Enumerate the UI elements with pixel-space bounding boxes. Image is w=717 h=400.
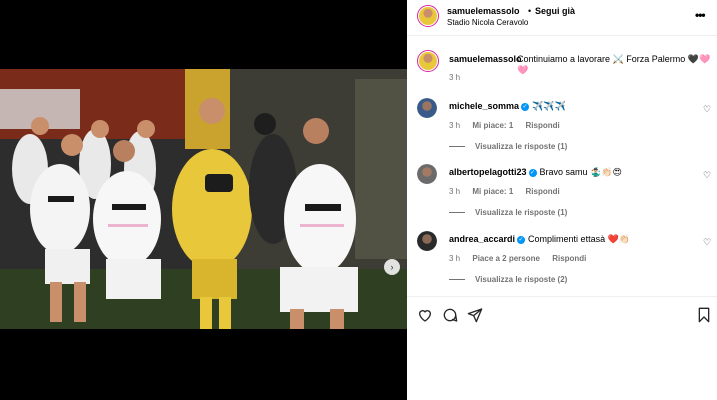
commenter-username[interactable]: michele_somma bbox=[449, 101, 519, 111]
comment-timestamp[interactable]: 3 h bbox=[449, 121, 460, 130]
comment-text: Complimenti ettasà ❤️👏🏻 bbox=[528, 234, 630, 244]
comment-text: ✈️✈️✈️ bbox=[532, 101, 566, 111]
post-location[interactable]: Stadio Nicola Ceravolo bbox=[447, 18, 528, 27]
reply-button[interactable]: Rispondi bbox=[526, 121, 560, 130]
heart-icon[interactable]: ♡ bbox=[703, 104, 711, 115]
comment-item: andrea_accardi ✓ Complimenti ettasà ❤️👏🏻 3… bbox=[407, 231, 717, 291]
share-icon[interactable] bbox=[467, 307, 483, 323]
following-button[interactable]: Segui già bbox=[535, 6, 575, 16]
caption-timestamp[interactable]: 3 h bbox=[449, 73, 460, 82]
team-walkout-photo bbox=[0, 69, 407, 329]
view-replies-label: Visualizza le risposte (1) bbox=[475, 208, 568, 217]
post-photo[interactable]: › bbox=[0, 69, 407, 329]
comment-icon[interactable] bbox=[442, 307, 458, 323]
header-separator: • bbox=[528, 6, 532, 16]
commenter-username[interactable]: albertopelagotti23 bbox=[449, 167, 527, 177]
commenter-username[interactable]: andrea_accardi bbox=[449, 234, 515, 244]
author-avatar[interactable] bbox=[417, 5, 439, 27]
comment-likes[interactable]: Mi piace: 1 bbox=[472, 187, 513, 196]
post-detail-panel: samuelemassolo • Segui già Stadio Nicola… bbox=[407, 0, 717, 400]
author-username[interactable]: samuelemassolo bbox=[447, 6, 520, 16]
comment-meta: 3 h Piace a 2 persone Rispondi bbox=[449, 254, 596, 263]
commenter-avatar[interactable] bbox=[417, 98, 437, 118]
view-replies-label: Visualizza le risposte (1) bbox=[475, 142, 568, 151]
chevron-right-icon: › bbox=[390, 262, 394, 272]
verified-badge-icon: ✓ bbox=[528, 168, 537, 177]
comment-text: Bravo samu 🤹🏼‍♂️👏🏻😍 bbox=[539, 167, 622, 177]
verified-badge-icon: ✓ bbox=[517, 235, 526, 244]
view-replies-label: Visualizza le risposte (2) bbox=[475, 275, 568, 284]
heart-icon[interactable] bbox=[417, 307, 433, 323]
comment-item: michele_somma ✓ ✈️✈️✈️ 3 h Mi piace: 1 Ris… bbox=[407, 98, 717, 158]
view-replies-button[interactable]: Visualizza le risposte (1) bbox=[449, 208, 567, 217]
reply-button[interactable]: Rispondi bbox=[552, 254, 586, 263]
verified-badge-icon: ✓ bbox=[521, 102, 530, 111]
commenter-avatar[interactable] bbox=[417, 231, 437, 251]
divider-line bbox=[449, 212, 465, 214]
heart-icon[interactable]: ♡ bbox=[703, 170, 711, 181]
comment-timestamp[interactable]: 3 h bbox=[449, 254, 460, 263]
next-photo-button[interactable]: › bbox=[384, 259, 400, 275]
comment-item: albertopelagotti23 ✓ Bravo samu 🤹🏼‍♂️👏🏻😍 3… bbox=[407, 164, 717, 224]
bookmark-icon[interactable] bbox=[696, 307, 712, 323]
commenter-avatar[interactable] bbox=[417, 164, 437, 184]
comment-timestamp[interactable]: 3 h bbox=[449, 187, 460, 196]
heart-icon[interactable]: ♡ bbox=[703, 237, 711, 248]
caption-text: Continuiamo a lavorare ⚔️ Forza Palermo … bbox=[517, 54, 711, 75]
more-options-icon[interactable]: ••• bbox=[695, 8, 706, 22]
comment-likes[interactable]: Piace a 2 persone bbox=[472, 254, 540, 263]
divider-line bbox=[449, 279, 465, 281]
divider-line bbox=[449, 146, 465, 148]
view-replies-button[interactable]: Visualizza le risposte (1) bbox=[449, 142, 567, 151]
view-replies-button[interactable]: Visualizza le risposte (2) bbox=[449, 275, 567, 284]
panel-footer-space bbox=[407, 330, 717, 400]
comment-likes[interactable]: Mi piace: 1 bbox=[472, 121, 513, 130]
comment-meta: 3 h Mi piace: 1 Rispondi bbox=[449, 187, 570, 196]
post-header: samuelemassolo • Segui già Stadio Nicola… bbox=[407, 0, 717, 36]
reply-button[interactable]: Rispondi bbox=[526, 187, 560, 196]
caption-username[interactable]: samuelemassolo bbox=[449, 54, 522, 64]
post-action-bar bbox=[407, 296, 717, 330]
comment-meta: 3 h Mi piace: 1 Rispondi bbox=[449, 121, 570, 130]
caption-author-avatar[interactable] bbox=[417, 50, 439, 72]
post-media-area: › bbox=[0, 0, 407, 400]
